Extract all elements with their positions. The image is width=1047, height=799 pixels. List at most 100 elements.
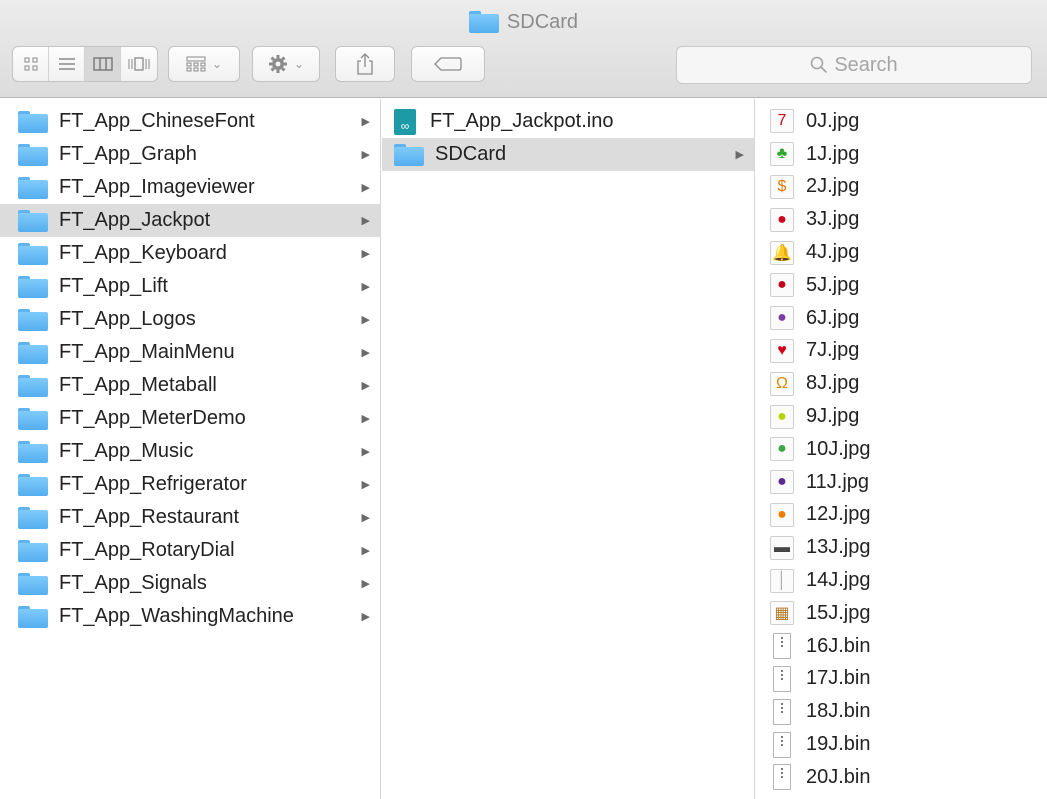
file-row[interactable]: ● 5J.jpg [756,269,1047,302]
folder-row[interactable]: FT_App_Jackpot ▶ [0,204,380,237]
item-label: 16J.bin [806,634,871,657]
file-row[interactable]: 20J.bin [756,761,1047,794]
folder-icon [394,143,424,166]
binary-file-icon [773,764,791,791]
disclosure-arrow-icon: ▶ [361,512,370,524]
folder-row[interactable]: FT_App_MeterDemo ▶ [0,402,380,435]
folder-icon [18,572,48,595]
tag-icon [434,57,462,71]
file-row[interactable]: ∞ FT_App_Jackpot.ino [382,105,754,138]
folder-row[interactable]: FT_App_ChineseFont ▶ [0,105,380,138]
file-row[interactable]: 7 0J.jpg [756,105,1047,138]
disclosure-arrow-icon: ▶ [361,545,370,557]
item-label: 12J.jpg [806,503,871,526]
file-row[interactable]: Ω 8J.jpg [756,367,1047,400]
item-label: 5J.jpg [806,273,860,296]
file-row[interactable]: ♣ 1J.jpg [756,138,1047,171]
arrange-icon [186,56,206,72]
column-2[interactable]: ∞ FT_App_Jackpot.ino SDCard ▶ [382,99,755,799]
binary-file-icon [773,633,791,660]
item-label: FT_App_Graph [59,143,197,165]
file-row[interactable]: 🔔 4J.jpg [756,236,1047,269]
file-row[interactable]: 19J.bin [756,728,1047,761]
file-row[interactable]: $2J.jpg [756,171,1047,204]
item-label: FT_App_Imageviewer [59,176,255,198]
file-row[interactable]: ● 3J.jpg [756,203,1047,236]
item-label: 0J.jpg [806,109,860,132]
disclosure-arrow-icon: ▶ [361,347,370,359]
column-3[interactable]: 7 0J.jpg ♣ 1J.jpg $2J.jpg ● 3J.jpg 🔔 4J.jpg ● 5J.j… [756,99,1047,799]
folder-row[interactable]: SDCard ▶ [382,138,754,171]
action-button[interactable]: ⌄ [252,46,320,82]
folder-row[interactable]: FT_App_Logos ▶ [0,303,380,336]
gear-icon [268,55,287,73]
search-field[interactable]: Search [676,46,1032,84]
image-thumbnail-icon: │ [770,568,794,593]
image-thumbnail-icon: ♥ [770,338,794,363]
folder-row[interactable]: FT_App_Music ▶ [0,435,380,468]
image-thumbnail-icon: 7 [770,109,794,134]
image-thumbnail-icon: 🔔 [770,240,794,265]
folder-icon [18,605,48,628]
binary-file-icon [773,698,791,725]
file-row[interactable]: 18J.bin [756,695,1047,728]
file-row[interactable]: ● 12J.jpg [756,499,1047,532]
item-label: FT_App_Music [59,440,194,462]
binary-file-icon [773,731,791,758]
arrange-button[interactable]: ⌄ [168,46,240,82]
column-1[interactable]: FT_App_ChineseFont ▶ FT_App_Graph ▶ FT_App_I… [0,99,381,799]
icon-view-button[interactable] [13,47,49,81]
cover-flow-button[interactable] [121,47,157,81]
folder-row[interactable]: FT_App_WashingMachine ▶ [0,600,380,633]
file-row[interactable]: ● 11J.jpg [756,466,1047,499]
icon-view-icon [24,57,37,71]
item-label: 4J.jpg [806,241,860,264]
file-row[interactable]: ● 6J.jpg [756,302,1047,335]
file-row[interactable]: │ 14J.jpg [756,564,1047,597]
arduino-file-icon: ∞ [394,108,416,135]
search-icon [811,56,828,74]
share-icon [357,53,373,75]
disclosure-arrow-icon: ▶ [361,578,370,590]
file-row[interactable]: ● 10J.jpg [756,433,1047,466]
folder-row[interactable]: FT_App_Refrigerator ▶ [0,468,380,501]
folder-icon [18,110,48,133]
disclosure-arrow-icon: ▶ [361,479,370,491]
folder-row[interactable]: FT_App_Metaball ▶ [0,369,380,402]
file-row[interactable]: ● 9J.jpg [756,400,1047,433]
folder-icon [18,539,48,562]
image-thumbnail-icon: ● [770,404,794,429]
folder-row[interactable]: FT_App_Imageviewer ▶ [0,171,380,204]
folder-icon [18,275,48,298]
folder-row[interactable]: FT_App_RotaryDial ▶ [0,534,380,567]
search-placeholder: Search [834,53,898,76]
folder-row[interactable]: FT_App_MainMenu ▶ [0,336,380,369]
item-label: 7J.jpg [806,339,860,362]
folder-row[interactable]: FT_App_Keyboard ▶ [0,237,380,270]
folder-icon [468,11,499,33]
folder-row[interactable]: FT_App_Lift ▶ [0,270,380,303]
column-view-button[interactable] [85,47,121,81]
folder-row[interactable]: FT_App_Restaurant ▶ [0,501,380,534]
disclosure-arrow-icon: ▶ [361,611,370,623]
file-row[interactable]: 17J.bin [756,663,1047,696]
file-row[interactable]: ▦ 15J.jpg [756,597,1047,630]
file-row[interactable]: ♥ 7J.jpg [756,335,1047,368]
image-thumbnail-icon: ▦ [770,601,794,626]
share-button[interactable] [335,46,395,82]
image-thumbnail-icon: ● [770,502,794,527]
item-label: FT_App_MainMenu [59,341,235,363]
folder-icon [18,374,48,397]
image-thumbnail-icon: ● [770,273,794,298]
image-thumbnail-icon: ● [770,207,794,232]
edit-tags-button[interactable] [411,46,485,82]
file-row[interactable]: 16J.bin [756,630,1047,663]
folder-row[interactable]: FT_App_Graph ▶ [0,138,380,171]
item-label: 2J.jpg [806,175,860,198]
disclosure-arrow-icon: ▶ [361,413,370,425]
folder-row[interactable]: FT_App_Signals ▶ [0,567,380,600]
item-label: FT_App_WashingMachine [59,605,294,627]
list-view-button[interactable] [49,47,85,81]
folder-icon [18,473,48,496]
file-row[interactable]: ▬ 13J.jpg [756,531,1047,564]
